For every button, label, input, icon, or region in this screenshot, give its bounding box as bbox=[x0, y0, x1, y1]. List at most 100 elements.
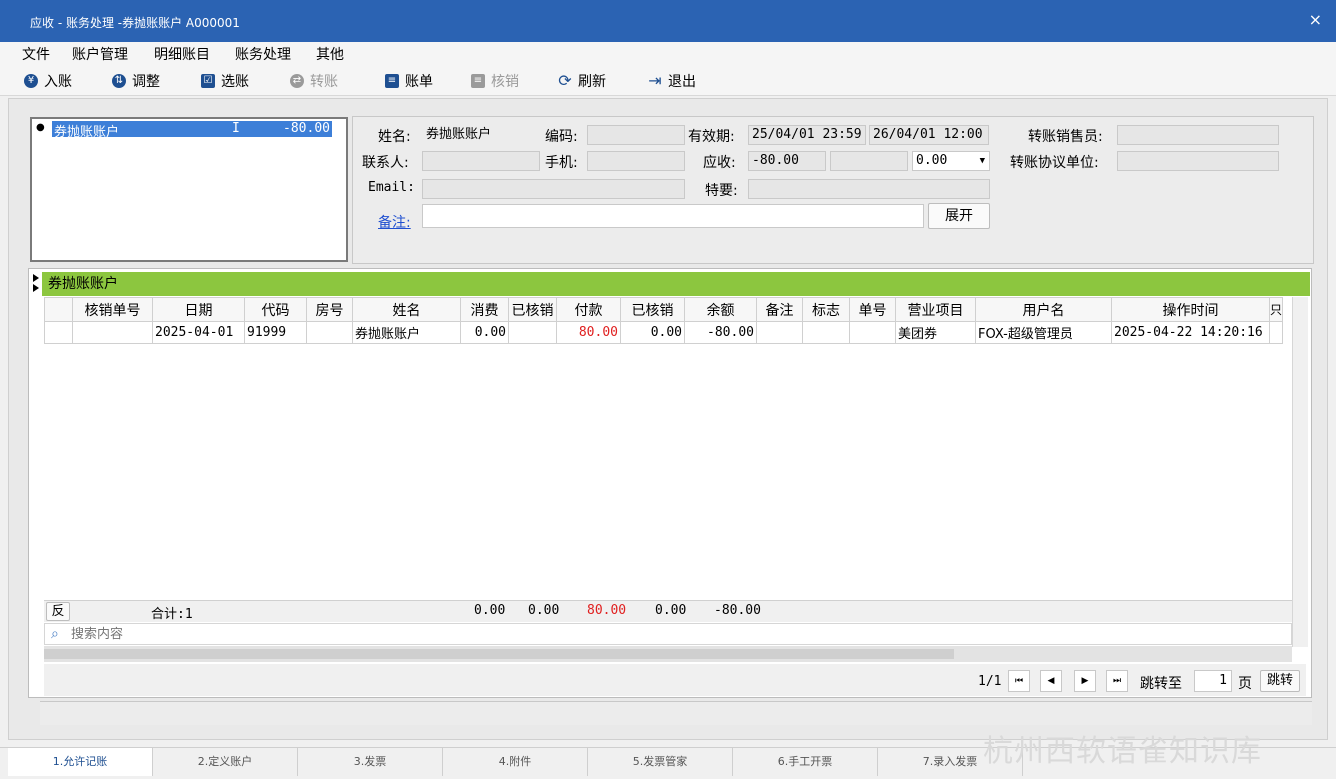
column-header[interactable]: 已核销 bbox=[508, 297, 557, 322]
remark-link[interactable]: 备注: bbox=[378, 212, 411, 232]
column-header[interactable]: 已核销 bbox=[620, 297, 685, 322]
transfer-icon: ⇄ bbox=[290, 74, 304, 88]
summary-written-off-2: 0.00 bbox=[655, 603, 687, 618]
contact-label: 联系人: bbox=[362, 155, 409, 171]
toolbar: ¥ 入账 ⇅ 调整 ☑ 选账 ⇄ 转账 ≡ 账单 ≡ 核销 ⟳ 刷新 ⇥ 退出 bbox=[0, 64, 1336, 96]
column-header[interactable]: 核销单号 bbox=[72, 297, 153, 322]
select-button[interactable]: ☑ 选账 bbox=[201, 70, 249, 92]
title-bar: 应收 - 账务处理 -券抛账账户 A000001 × bbox=[0, 0, 1336, 42]
search-input[interactable] bbox=[71, 625, 1271, 643]
receivable-extra-field[interactable] bbox=[830, 151, 908, 171]
code-field[interactable] bbox=[587, 125, 685, 145]
sales-label: 转账销售员: bbox=[1028, 129, 1103, 145]
first-page-button[interactable]: ⏮ bbox=[1008, 670, 1030, 692]
prev-page-button[interactable]: ◀ bbox=[1040, 670, 1062, 692]
tab-manual-invoice[interactable]: 6.手工开票 bbox=[733, 748, 878, 776]
account-list[interactable]: ● 券抛账账户 I -80.00 bbox=[30, 117, 348, 262]
special-field[interactable] bbox=[748, 179, 990, 199]
column-header[interactable]: 标志 bbox=[802, 297, 850, 322]
column-header[interactable]: 只 bbox=[1268, 297, 1284, 322]
page-indicator: 1/1 bbox=[978, 674, 1002, 689]
bill-label: 账单 bbox=[405, 74, 433, 90]
tab-invoice[interactable]: 3.发票 bbox=[298, 748, 443, 776]
tab-allow-posting[interactable]: 1.允许记账 bbox=[8, 748, 153, 776]
contact-field[interactable] bbox=[422, 151, 540, 171]
menu-detail[interactable]: 明细账目 bbox=[154, 44, 210, 64]
page-unit-label: 页 bbox=[1238, 676, 1252, 692]
column-header[interactable]: 房号 bbox=[306, 297, 353, 322]
column-header[interactable]: 单号 bbox=[849, 297, 896, 322]
column-header[interactable]: 姓名 bbox=[352, 297, 461, 322]
reverse-button[interactable]: 反 bbox=[46, 602, 70, 621]
valid-to-field[interactable]: 26/04/01 12:00 bbox=[869, 125, 989, 145]
column-header[interactable]: 代码 bbox=[244, 297, 307, 322]
email-field[interactable] bbox=[422, 179, 685, 199]
scrollbar-thumb[interactable] bbox=[44, 649, 954, 659]
summary-written-off: 0.00 bbox=[528, 603, 560, 618]
adjust-button[interactable]: ⇅ 调整 bbox=[112, 70, 160, 92]
close-icon[interactable]: × bbox=[1309, 10, 1322, 29]
jump-label: 跳转至 bbox=[1140, 676, 1182, 692]
account-selected-row[interactable]: 券抛账账户 I -80.00 bbox=[52, 121, 332, 140]
menu-account-mgmt[interactable]: 账户管理 bbox=[72, 44, 128, 64]
sales-field[interactable] bbox=[1117, 125, 1279, 145]
valid-from-field[interactable]: 25/04/01 23:59 bbox=[748, 125, 866, 145]
chevron-down-icon: ▼ bbox=[979, 156, 985, 166]
account-list-item[interactable]: ● 券抛账账户 I -80.00 bbox=[34, 121, 332, 140]
column-header[interactable]: 操作时间 bbox=[1111, 297, 1270, 322]
column-header[interactable]: 营业项目 bbox=[895, 297, 976, 322]
horizontal-scrollbar[interactable] bbox=[44, 646, 1292, 662]
receivable-select[interactable]: 0.00 ▼ bbox=[912, 151, 990, 171]
refresh-icon: ⟳ bbox=[558, 71, 572, 90]
transfer-button[interactable]: ⇄ 转账 bbox=[290, 70, 338, 92]
tab-attachment[interactable]: 4.附件 bbox=[443, 748, 588, 776]
menu-other[interactable]: 其他 bbox=[316, 44, 344, 64]
column-header[interactable]: 余额 bbox=[684, 297, 757, 322]
tab-invoice-manager[interactable]: 5.发票管家 bbox=[588, 748, 733, 776]
cell-room bbox=[306, 321, 353, 344]
post-button[interactable]: ¥ 入账 bbox=[24, 70, 72, 92]
pager: 1/1 ⏮ ◀ ▶ ⏭ 跳转至 1 页 跳转 bbox=[44, 664, 1306, 696]
refresh-button[interactable]: ⟳ 刷新 bbox=[558, 70, 606, 92]
name-field[interactable]: 券抛账账户 bbox=[422, 125, 540, 145]
exit-button[interactable]: ⇥ 退出 bbox=[648, 70, 696, 92]
page-input[interactable]: 1 bbox=[1194, 670, 1232, 692]
table-row[interactable]: 2025-04-01 91999 券抛账账户 0.00 80.00 0.00 -… bbox=[44, 321, 1284, 344]
grid-title-bar: 券抛账账户 bbox=[42, 272, 1310, 296]
cell-user: FOX-超级管理员 bbox=[975, 321, 1112, 344]
column-header[interactable] bbox=[44, 297, 73, 322]
side-arrow-icon[interactable] bbox=[31, 272, 41, 296]
bill-button[interactable]: ≡ 账单 bbox=[385, 70, 433, 92]
menu-accounting[interactable]: 账务处理 bbox=[235, 44, 291, 64]
search-bar[interactable]: ⌕ bbox=[44, 623, 1292, 645]
receivable-field[interactable]: -80.00 bbox=[748, 151, 826, 171]
tab-define-account[interactable]: 2.定义账户 bbox=[153, 748, 298, 776]
bullet-icon: ● bbox=[36, 122, 45, 133]
column-header[interactable]: 消费 bbox=[460, 297, 509, 322]
last-page-button[interactable]: ⏭ bbox=[1106, 670, 1128, 692]
next-page-button[interactable]: ▶ bbox=[1074, 670, 1096, 692]
menu-file[interactable]: 文件 bbox=[22, 44, 50, 64]
agreement-label: 转账协议单位: bbox=[1010, 155, 1099, 171]
window-title: 应收 - 账务处理 -券抛账账户 A000001 bbox=[30, 16, 240, 30]
detail-table[interactable]: 核销单号 日期 代码 房号 姓名 消费 已核销 付款 已核销 余额 备注 标志 … bbox=[44, 297, 1284, 344]
column-header[interactable]: 日期 bbox=[152, 297, 245, 322]
jump-button[interactable]: 跳转 bbox=[1260, 670, 1300, 692]
account-name: 券抛账账户 bbox=[54, 125, 120, 140]
cell-written-off: 0.00 bbox=[620, 321, 685, 344]
adjust-icon: ⇅ bbox=[112, 74, 126, 88]
column-header[interactable]: 付款 bbox=[556, 297, 621, 322]
write-off-label: 核销 bbox=[491, 74, 519, 90]
cell-code: 91999 bbox=[244, 321, 307, 344]
agreement-field[interactable] bbox=[1117, 151, 1279, 171]
vertical-scrollbar[interactable] bbox=[1292, 297, 1308, 647]
remark-field[interactable] bbox=[422, 204, 924, 228]
phone-field[interactable] bbox=[587, 151, 685, 171]
write-off-button[interactable]: ≡ 核销 bbox=[471, 70, 519, 92]
expand-button[interactable]: 展开 bbox=[928, 203, 990, 229]
cell-remark bbox=[756, 321, 803, 344]
column-header[interactable]: 备注 bbox=[756, 297, 803, 322]
summary-bar: 反 合计:1 0.00 0.00 80.00 0.00 -80.00 bbox=[44, 600, 1292, 622]
column-header[interactable]: 用户名 bbox=[975, 297, 1112, 322]
account-balance: -80.00 bbox=[283, 121, 330, 136]
